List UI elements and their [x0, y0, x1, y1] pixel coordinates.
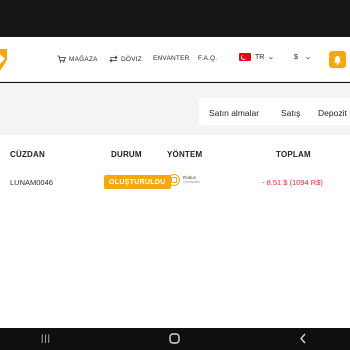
site-header: MAĞAZA DÖVIZ ENVANTER F.A.Q. TR ⌄ $ ⌄	[0, 37, 350, 82]
payment-method: Robux Gamepass	[168, 174, 200, 186]
back-button[interactable]	[299, 333, 307, 347]
back-icon	[300, 333, 306, 344]
tab-deposit[interactable]: Depozit	[318, 108, 347, 118]
nav-shop-label: MAĞAZA	[69, 55, 98, 63]
column-header-wallet: CÜZDAN	[10, 150, 45, 159]
currency-symbol: $	[294, 53, 298, 61]
currency-selector[interactable]: $ ⌄	[294, 53, 312, 62]
transactions-panel	[0, 135, 350, 328]
bell-icon	[334, 55, 341, 65]
nav-exchange-label: DÖVIZ	[121, 55, 142, 63]
table-row-wallet: LUNAM0046	[10, 178, 53, 187]
column-header-total: TOPLAM	[276, 150, 311, 159]
nav-exchange-link[interactable]: DÖVIZ	[109, 55, 142, 63]
status-badge: OLUŞTURULDU	[104, 175, 171, 189]
tab-purchases[interactable]: Satın almalar	[209, 108, 259, 118]
nav-inventory-link[interactable]: ENVANTER	[153, 55, 190, 62]
column-header-method: YÖNTEM	[167, 150, 203, 159]
notifications-button[interactable]	[329, 51, 346, 68]
tab-sales[interactable]: Satış	[281, 108, 300, 118]
recent-apps-button[interactable]: |||	[41, 333, 51, 343]
home-icon	[169, 333, 180, 344]
nav-inventory-label: ENVANTER	[153, 55, 190, 62]
payment-method-text: Robux Gamepass	[183, 175, 200, 185]
chevron-down-icon: ⌄	[267, 54, 276, 61]
turkey-flag-icon	[239, 53, 251, 61]
chevron-down-icon: ⌄	[304, 54, 312, 61]
language-code: TR	[255, 53, 265, 61]
payment-method-subtitle: Gamepass	[183, 180, 200, 184]
nav-faq-link[interactable]: F.A.Q.	[198, 55, 217, 62]
tab-bar: Satın almalar Satış Depozit	[199, 98, 350, 125]
table-row-total: - 8.51 $ (1094 R$)	[262, 178, 323, 187]
nav-shop-link[interactable]: MAĞAZA	[57, 55, 98, 63]
home-button[interactable]	[169, 333, 180, 347]
brand-logo[interactable]	[0, 49, 7, 71]
column-header-status: DURUM	[111, 150, 142, 159]
language-selector[interactable]: TR ⌄	[239, 53, 276, 61]
nav-faq-label: F.A.Q.	[198, 55, 218, 62]
swap-icon	[109, 55, 118, 63]
system-status-bar	[0, 0, 350, 37]
cart-icon	[57, 55, 66, 63]
system-navigation-bar: |||	[0, 328, 350, 350]
robux-icon	[168, 174, 180, 186]
